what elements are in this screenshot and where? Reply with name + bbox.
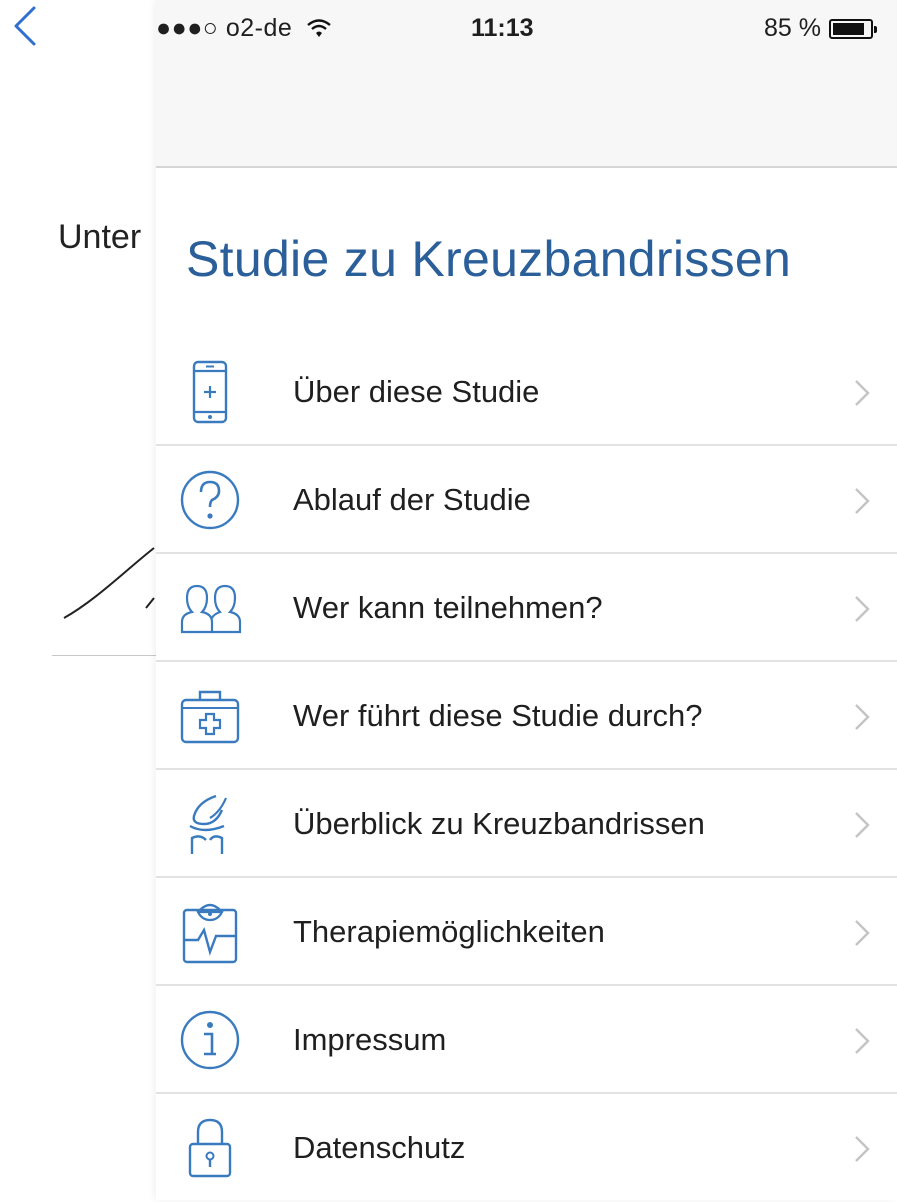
background-divider bbox=[52, 655, 162, 656]
chevron-right-icon bbox=[855, 704, 870, 730]
background-heading: Unter bbox=[58, 218, 142, 256]
status-bar: ●●●○ o2-de 11:13 85 % bbox=[156, 14, 897, 54]
people-icon bbox=[180, 584, 242, 634]
menu-item-therapy-options[interactable]: Therapiemöglichkeiten bbox=[156, 878, 897, 986]
menu-item-imprint[interactable]: Impressum bbox=[156, 986, 897, 1094]
lock-icon bbox=[188, 1118, 232, 1178]
menu-item-label: Datenschutz bbox=[293, 1130, 466, 1165]
menu-item-label: Wer kann teilnehmen? bbox=[293, 590, 603, 625]
battery-indicator: 85 % bbox=[764, 14, 877, 43]
chevron-right-icon bbox=[855, 488, 870, 514]
menu-item-label: Therapiemöglichkeiten bbox=[293, 914, 605, 949]
menu-item-privacy[interactable]: Datenschutz bbox=[156, 1094, 897, 1202]
chevron-right-icon bbox=[855, 380, 870, 406]
carrier-label: ●●●○ o2-de bbox=[156, 14, 332, 43]
menu-item-who-conducts[interactable]: Wer führt diese Studie durch? bbox=[156, 662, 897, 770]
menu-item-label: Impressum bbox=[293, 1022, 447, 1057]
menu-item-label: Ablauf der Studie bbox=[293, 482, 531, 517]
background-chart-curve bbox=[63, 547, 155, 619]
chevron-right-icon bbox=[855, 920, 870, 946]
chevron-right-icon bbox=[855, 596, 870, 622]
clock: 11:13 bbox=[471, 14, 534, 42]
back-chevron-icon[interactable] bbox=[6, 4, 46, 48]
navigation-bar: ●●●○ o2-de 11:13 85 % bbox=[156, 0, 897, 168]
menu-list: Über diese Studie Ablauf der Studie Wer … bbox=[156, 338, 897, 1202]
menu-item-overview-acl[interactable]: Überblick zu Kreuzbandrissen bbox=[156, 770, 897, 878]
knee-icon bbox=[189, 794, 228, 854]
study-menu-panel: ●●●○ o2-de 11:13 85 % Studie zu Kreuzban… bbox=[156, 0, 897, 1200]
chevron-right-icon bbox=[855, 1028, 870, 1054]
battery-icon bbox=[829, 18, 877, 39]
page-title: Studie zu Kreuzbandrissen bbox=[186, 231, 792, 287]
info-icon bbox=[180, 1010, 240, 1070]
phone-icon bbox=[192, 360, 228, 424]
chevron-right-icon bbox=[855, 812, 870, 838]
menu-item-label: Überblick zu Kreuzbandrissen bbox=[293, 806, 705, 841]
wifi-icon bbox=[306, 19, 331, 37]
menu-item-about-study[interactable]: Über diese Studie bbox=[156, 338, 897, 446]
battery-percent: 85 % bbox=[764, 14, 821, 42]
medkit-icon bbox=[180, 690, 240, 744]
clipboard-pulse-icon bbox=[182, 903, 238, 964]
menu-item-who-can-participate[interactable]: Wer kann teilnehmen? bbox=[156, 554, 897, 662]
chevron-right-icon bbox=[855, 1136, 870, 1162]
menu-item-label: Über diese Studie bbox=[293, 374, 540, 409]
menu-item-study-procedure[interactable]: Ablauf der Studie bbox=[156, 446, 897, 554]
menu-item-label: Wer führt diese Studie durch? bbox=[293, 698, 703, 733]
question-icon bbox=[180, 470, 240, 530]
